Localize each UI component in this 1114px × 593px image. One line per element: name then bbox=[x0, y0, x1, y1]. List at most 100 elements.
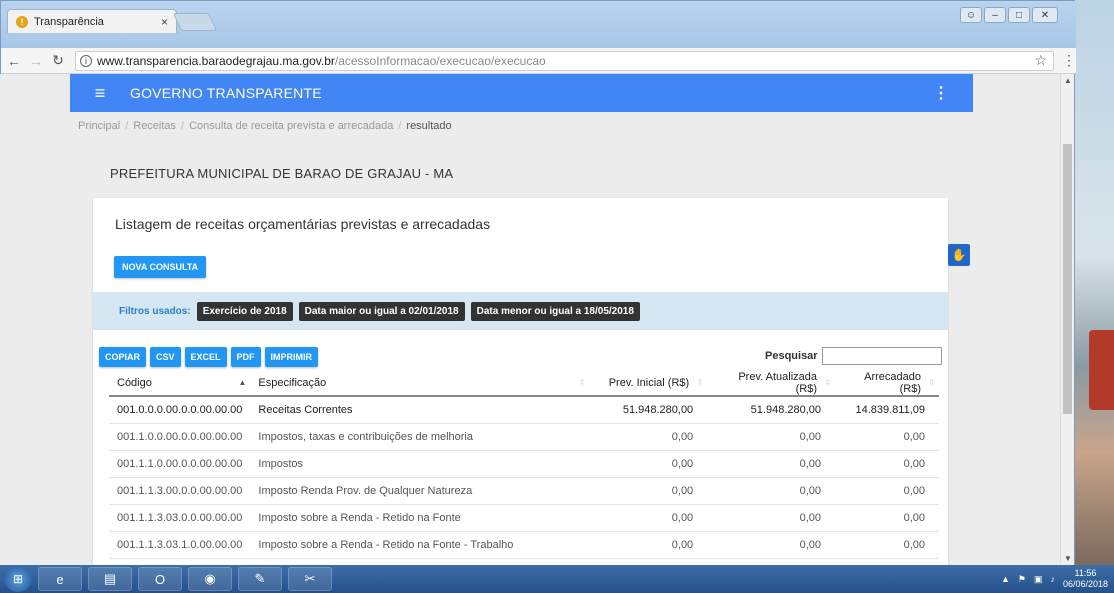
cell-codigo: 001.1.1.3.03.1.0.00.00.00 bbox=[109, 531, 251, 559]
cell-especificacao: Impostos bbox=[250, 450, 590, 478]
network-icon[interactable]: ▣ bbox=[1034, 574, 1043, 585]
cell-prev-inicial: 0,00 bbox=[589, 423, 708, 451]
search-label: Pesquisar bbox=[765, 350, 818, 362]
close-window-icon[interactable]: ✕ bbox=[1032, 7, 1058, 23]
column-header-codigo[interactable]: Código ▲ bbox=[109, 370, 251, 397]
sort-icon: ⇳ bbox=[578, 378, 586, 387]
page-title: PREFEITURA MUNICIPAL DE BARAO DE GRAJAU … bbox=[110, 166, 454, 181]
sort-icon: ⇳ bbox=[928, 378, 935, 387]
breadcrumb-receitas[interactable]: Receitas bbox=[133, 120, 176, 132]
page-viewport: ≡ GOVERNO TRANSPARENTE ⋮ Principal / Recei… bbox=[0, 74, 1060, 565]
hamburger-menu-icon[interactable]: ≡ bbox=[70, 83, 130, 104]
internet-explorer-icon[interactable]: e bbox=[38, 567, 82, 591]
title-bar: ! Transparência × ☺ – □ ✕ bbox=[1, 1, 1076, 48]
snipping-tool-icon[interactable]: ✂ bbox=[288, 567, 332, 591]
table-row[interactable]: 001.1.1.0.00.0.0.00.00.00 Impostos 0,00 … bbox=[109, 450, 939, 478]
nova-consulta-button[interactable]: NOVA CONSULTA bbox=[114, 256, 207, 278]
browser-toolbar: ← → ↻ i www.transparencia.baraodegrajau.… bbox=[1, 48, 1076, 74]
revenue-table: Código ▲ Especificação ⇳ Prev. Inicial (R$… bbox=[109, 370, 939, 559]
table-row[interactable]: 001.1.0.0.00.0.0.00.00.00 Impostos, taxa… bbox=[109, 423, 939, 451]
cell-prev-atualizada: 0,00 bbox=[707, 504, 836, 532]
cell-prev-inicial: 51.948.280,00 bbox=[589, 396, 708, 424]
table-row[interactable]: 001.0.0.0.00.0.0.00.00.00 Receitas Corre… bbox=[109, 396, 939, 424]
column-header-especificacao[interactable]: Especificação ⇳ bbox=[250, 370, 590, 397]
browser-menu-icon[interactable]: ⋮ bbox=[1062, 52, 1076, 69]
clock-time: 11:56 bbox=[1074, 568, 1097, 578]
copy-button[interactable]: COPIAR bbox=[99, 347, 147, 367]
breadcrumb-principal[interactable]: Principal bbox=[78, 120, 120, 132]
browser-tab[interactable]: ! Transparência × bbox=[7, 9, 177, 33]
filter-chip: Data maior ou igual a 02/01/2018 bbox=[298, 301, 465, 321]
cell-arrecadado: 14.839.811,09 bbox=[835, 396, 939, 424]
sort-icon: ⇳ bbox=[696, 378, 704, 387]
cell-arrecadado: 0,00 bbox=[835, 504, 939, 532]
cell-codigo: 001.1.1.3.00.0.0.00.00.00 bbox=[109, 477, 251, 505]
paint-icon[interactable]: ✎ bbox=[238, 567, 282, 591]
outlook-icon[interactable]: O bbox=[138, 567, 182, 591]
filters-label: Filtros usados: bbox=[119, 305, 191, 317]
results-card: Listagem de receitas orçamentárias previ… bbox=[93, 198, 948, 565]
reload-icon[interactable]: ↻ bbox=[49, 52, 67, 69]
system-tray: ▲ ⚑ ▣ ♪ 11:56 06/06/2018 bbox=[1001, 568, 1108, 590]
cell-especificacao: Imposto Renda Prov. de Qualquer Natureza bbox=[250, 477, 590, 505]
cell-especificacao: Imposto sobre a Renda - Retido na Fonte bbox=[250, 504, 590, 532]
chrome-icon[interactable]: ◉ bbox=[188, 567, 232, 591]
column-header-prev-atualizada[interactable]: Prev. Atualizada (R$) ⇳ bbox=[707, 370, 836, 397]
accessibility-icon[interactable]: ✋ bbox=[948, 244, 970, 266]
tab-close-icon[interactable]: × bbox=[161, 15, 168, 29]
site-info-icon[interactable]: i bbox=[79, 54, 92, 67]
address-bar[interactable]: i www.transparencia.baraodegrajau.ma.gov… bbox=[74, 50, 1054, 71]
back-arrow-icon[interactable]: ← bbox=[5, 53, 23, 69]
column-header-prev-inicial[interactable]: Prev. Inicial (R$) ⇳ bbox=[589, 370, 708, 397]
scroll-down-icon[interactable]: ▼ bbox=[1061, 554, 1075, 563]
scroll-up-icon[interactable]: ▲ bbox=[1061, 76, 1075, 85]
print-button[interactable]: IMPRIMIR bbox=[264, 347, 319, 367]
maximize-icon[interactable]: □ bbox=[1008, 7, 1030, 23]
search-input[interactable] bbox=[821, 347, 942, 365]
cell-prev-inicial: 0,00 bbox=[589, 531, 708, 559]
overflow-menu-icon[interactable]: ⋮ bbox=[933, 83, 949, 103]
tab-title: Transparência bbox=[34, 15, 104, 28]
table-row[interactable]: 001.1.1.3.03.0.0.00.00.00 Imposto sobre … bbox=[109, 504, 939, 532]
file-explorer-icon[interactable]: ▤ bbox=[88, 567, 132, 591]
forward-arrow-icon[interactable]: → bbox=[27, 53, 45, 69]
cell-codigo: 001.1.0.0.00.0.0.00.00.00 bbox=[109, 423, 251, 451]
window-controls: ☺ – □ ✕ bbox=[960, 7, 1058, 23]
cell-prev-atualizada: 0,00 bbox=[707, 477, 836, 505]
table-row[interactable]: 001.1.1.3.00.0.0.00.00.00 Imposto Renda … bbox=[109, 477, 939, 505]
pdf-button[interactable]: PDF bbox=[230, 347, 261, 367]
cell-especificacao: Imposto sobre a Renda - Retido na Fonte … bbox=[250, 531, 590, 559]
cell-codigo: 001.1.1.0.00.0.0.00.00.00 bbox=[109, 450, 251, 478]
card-title: Listagem de receitas orçamentárias previ… bbox=[115, 216, 491, 232]
cell-prev-inicial: 0,00 bbox=[589, 450, 708, 478]
sort-asc-icon: ▲ bbox=[238, 378, 247, 387]
excel-button[interactable]: EXCEL bbox=[184, 347, 227, 367]
volume-icon[interactable]: ♪ bbox=[1050, 574, 1055, 584]
taskbar: ⊞ e ▤ O ◉ ✎ ✂ ▲ ⚑ ▣ ♪ 11:56 06/06/2018 bbox=[0, 565, 1114, 593]
breadcrumb-current: resultado bbox=[406, 120, 452, 132]
table-row[interactable]: 001.1.1.3.03.1.0.00.00.00 Imposto sobre … bbox=[109, 531, 939, 559]
export-buttons: COPIAR CSV EXCEL PDF IMPRIMIR bbox=[99, 347, 319, 367]
minimize-icon[interactable]: – bbox=[984, 7, 1006, 23]
clock[interactable]: 11:56 06/06/2018 bbox=[1063, 568, 1108, 590]
cell-arrecadado: 0,00 bbox=[835, 450, 939, 478]
page-scrollbar[interactable]: ▲ ▼ bbox=[1060, 74, 1074, 565]
flag-icon[interactable]: ⚑ bbox=[1018, 574, 1026, 585]
column-header-arrecadado[interactable]: Arrecadado (R$) ⇳ bbox=[835, 370, 939, 397]
tray-expand-icon[interactable]: ▲ bbox=[1001, 574, 1010, 584]
new-tab-button[interactable] bbox=[172, 13, 218, 31]
breadcrumb: Principal / Receitas / Consulta de receita p… bbox=[78, 120, 452, 132]
bookmark-star-icon[interactable]: ☆ bbox=[1034, 52, 1047, 69]
filter-chip: Exercício de 2018 bbox=[196, 301, 293, 321]
breadcrumb-consulta[interactable]: Consulta de receita prevista e arrecadad… bbox=[189, 120, 393, 132]
scroll-thumb[interactable] bbox=[1063, 144, 1072, 414]
cell-prev-atualizada: 51.948.280,00 bbox=[707, 396, 836, 424]
user-icon[interactable]: ☺ bbox=[960, 7, 982, 23]
search-group: Pesquisar bbox=[765, 347, 942, 365]
sort-icon: ⇳ bbox=[824, 378, 832, 387]
cell-arrecadado: 0,00 bbox=[835, 531, 939, 559]
start-button[interactable]: ⊞ bbox=[4, 566, 32, 592]
info-favicon-icon: ! bbox=[16, 15, 28, 28]
cell-codigo: 001.1.1.3.03.0.0.00.00.00 bbox=[109, 504, 251, 532]
csv-button[interactable]: CSV bbox=[150, 347, 181, 367]
